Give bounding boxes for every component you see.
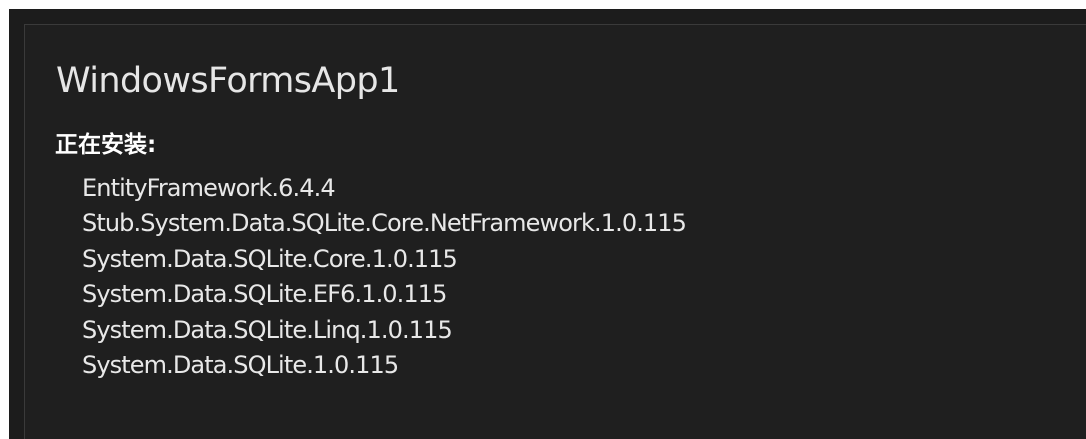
- preview-changes-panel: WindowsFormsApp1 正在安装: EntityFramework.6…: [24, 24, 1086, 439]
- installing-label: 正在安装:: [55, 132, 157, 158]
- package-item: Stub.System.Data.SQLite.Core.NetFramewor…: [82, 209, 687, 238]
- screenshot-page: WindowsFormsApp1 正在安装: EntityFramework.6…: [0, 0, 1086, 439]
- package-item: System.Data.SQLite.1.0.115: [82, 351, 399, 380]
- package-list: EntityFramework.6.4.4 Stub.System.Data.S…: [82, 171, 687, 383]
- package-item: System.Data.SQLite.Linq.1.0.115: [82, 315, 453, 344]
- package-item: System.Data.SQLite.Core.1.0.115: [82, 244, 458, 273]
- package-item: System.Data.SQLite.EF6.1.0.115: [82, 280, 447, 309]
- package-item: EntityFramework.6.4.4: [82, 174, 336, 202]
- project-title: WindowsFormsApp1: [56, 61, 400, 101]
